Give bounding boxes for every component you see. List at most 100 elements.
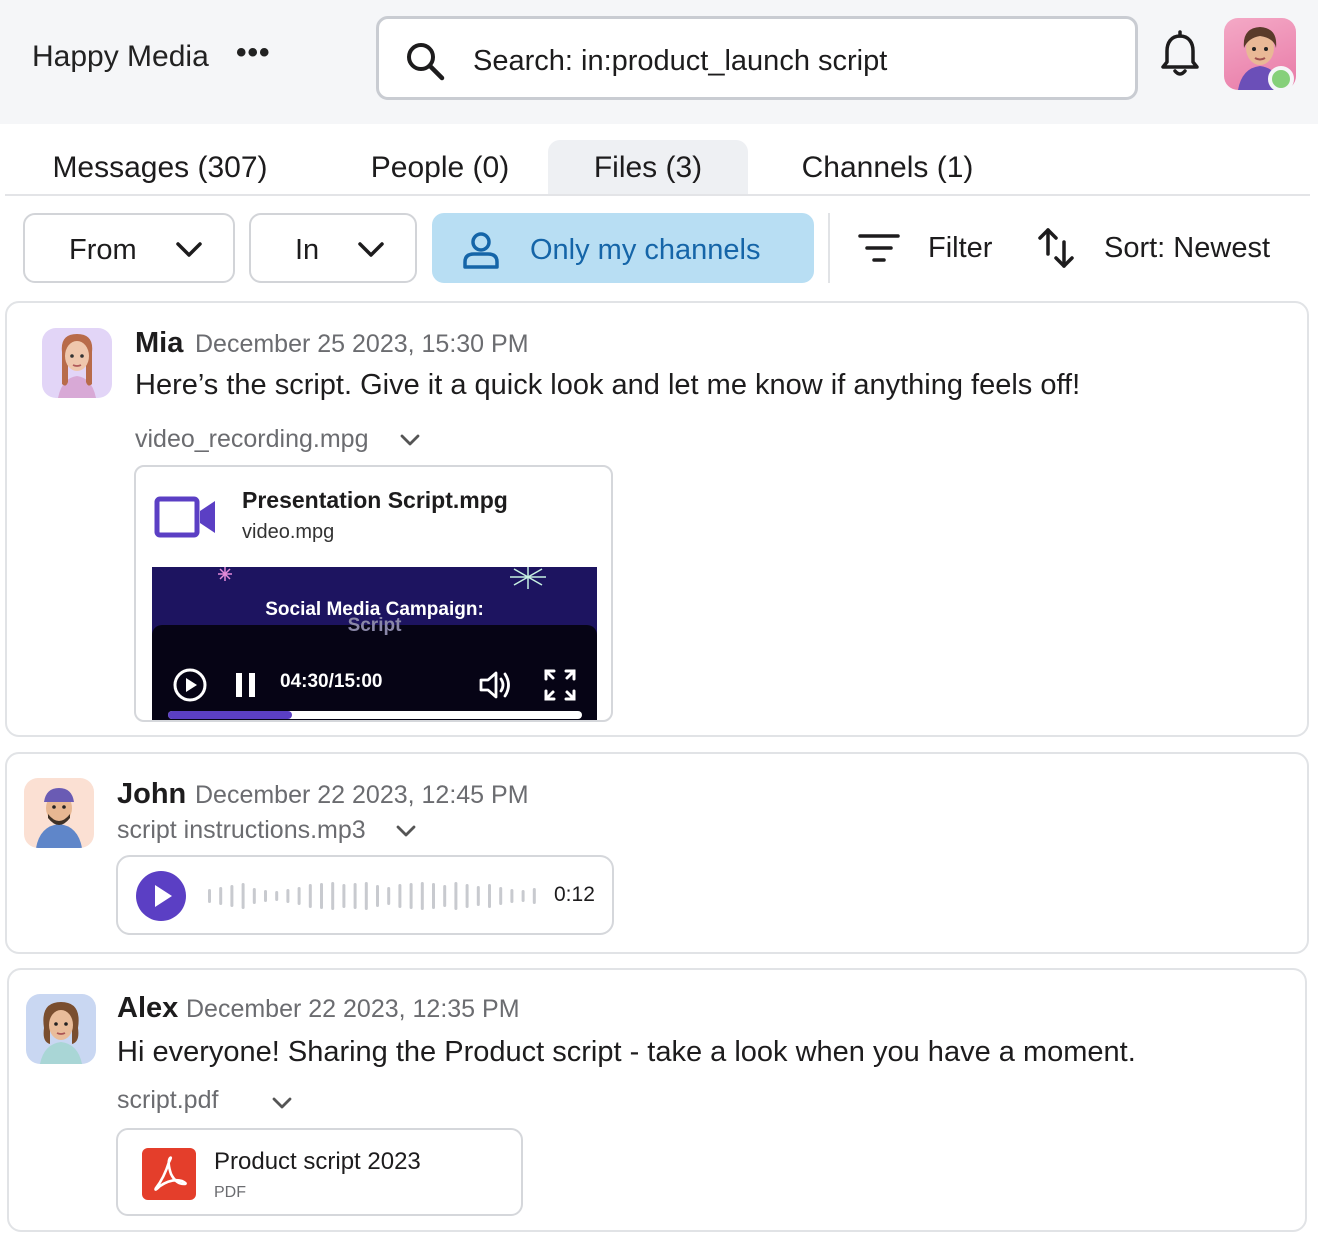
in-filter-label: In xyxy=(295,234,320,266)
person-icon xyxy=(463,232,499,269)
waveform-bar xyxy=(376,885,379,907)
waveform-bar xyxy=(297,887,301,905)
only-my-channels-toggle[interactable]: Only my channels xyxy=(432,213,814,283)
workspace-name[interactable]: Happy Media xyxy=(32,40,209,74)
waveform-bar xyxy=(476,886,480,906)
only-my-channels-label: Only my channels xyxy=(530,234,761,266)
sort-arrows-icon[interactable] xyxy=(1036,226,1076,270)
sparkle-icon xyxy=(510,567,546,589)
tab-people[interactable]: People (0) xyxy=(325,140,555,194)
video-player[interactable]: Social Media Campaign: Script 04:30/15:0… xyxy=(152,567,597,720)
chevron-down-icon[interactable] xyxy=(395,824,417,838)
waveform-bar xyxy=(252,888,256,904)
pdf-type: PDF xyxy=(214,1184,246,1201)
video-subtitle: video.mpg xyxy=(242,521,335,543)
waveform-bar xyxy=(499,887,503,905)
video-progress-bar[interactable] xyxy=(168,711,582,719)
avatar[interactable] xyxy=(26,994,96,1064)
tab-channels[interactable]: Channels (1) xyxy=(775,140,1000,194)
play-icon xyxy=(155,885,172,907)
waveform-bar xyxy=(264,890,267,902)
sort-button[interactable]: Sort: Newest xyxy=(1104,232,1270,265)
from-filter-dropdown[interactable]: From xyxy=(23,213,235,283)
tab-messages[interactable]: Messages (307) xyxy=(15,140,305,194)
waveform-bar xyxy=(219,887,223,905)
waveform-bar xyxy=(331,882,335,910)
search-input[interactable]: Search: in:product_launch script xyxy=(473,45,887,78)
search-icon xyxy=(407,43,445,81)
message-timestamp: December 22 2023, 12:45 PM xyxy=(195,781,529,809)
waveform-bar xyxy=(342,884,346,908)
message-text: Here’s the script. Give it a quick look … xyxy=(135,369,1081,401)
author-name[interactable]: Alex xyxy=(117,992,178,1025)
search-bar[interactable]: Search: in:product_launch script xyxy=(376,16,1138,100)
from-filter-label: From xyxy=(69,234,137,266)
tab-files[interactable]: Files (3) xyxy=(548,140,748,194)
waveform-bar xyxy=(443,885,447,907)
waveform-bar xyxy=(308,884,312,908)
waveform-bar xyxy=(465,884,469,908)
avatar[interactable] xyxy=(24,778,94,848)
waveform-bar xyxy=(230,885,234,907)
video-progress-fill xyxy=(168,711,293,719)
pdf-title: Product script 2023 xyxy=(214,1148,421,1175)
fullscreen-icon[interactable] xyxy=(542,667,578,703)
pdf-attachment[interactable]: Product script 2023 PDF xyxy=(116,1128,523,1216)
author-name[interactable]: Mia xyxy=(135,327,183,360)
waveform-bar xyxy=(409,883,413,909)
file-name[interactable]: script.pdf xyxy=(117,1086,218,1115)
sparkle-icon xyxy=(218,567,232,581)
audio-attachment[interactable]: 0:12 xyxy=(116,855,614,935)
avatar[interactable] xyxy=(42,328,112,398)
waveform-bar xyxy=(432,883,435,909)
waveform-bar xyxy=(454,882,458,910)
waveform-bar xyxy=(488,884,491,908)
chevron-down-icon xyxy=(176,242,202,257)
user-portrait-icon xyxy=(58,334,96,398)
bell-icon[interactable] xyxy=(1158,30,1202,80)
play-circle-icon[interactable] xyxy=(172,667,208,703)
top-bar: Happy Media ••• Search: in:product_launc… xyxy=(0,0,1318,124)
video-attachment[interactable]: Presentation Script.mpg video.mpg Social… xyxy=(134,465,613,722)
waveform-bar xyxy=(286,889,290,903)
audio-waveform[interactable] xyxy=(204,881,544,911)
waveform-bar xyxy=(521,890,525,902)
video-camera-icon xyxy=(154,496,215,538)
message-timestamp: December 22 2023, 12:35 PM xyxy=(186,995,520,1023)
audio-duration: 0:12 xyxy=(554,883,595,906)
pause-icon[interactable] xyxy=(234,671,258,699)
filter-button[interactable]: Filter xyxy=(928,232,992,265)
video-frame-subtitle: Script xyxy=(347,615,402,636)
chevron-down-icon[interactable] xyxy=(271,1096,293,1110)
user-portrait-icon xyxy=(40,1002,82,1064)
online-status-dot xyxy=(1268,66,1294,92)
pdf-icon xyxy=(142,1148,196,1200)
file-name[interactable]: video_recording.mpg xyxy=(135,425,368,454)
chevron-down-icon xyxy=(358,242,384,257)
waveform-bar xyxy=(398,884,402,908)
file-name[interactable]: script instructions.mp3 xyxy=(117,816,366,845)
waveform-bar xyxy=(275,891,279,901)
video-title: Presentation Script.mpg xyxy=(242,487,508,513)
waveform-bar xyxy=(364,882,368,910)
audio-play-button[interactable] xyxy=(136,871,186,921)
in-filter-dropdown[interactable]: In xyxy=(249,213,417,283)
waveform-bar xyxy=(510,889,514,903)
waveform-bar xyxy=(387,887,391,905)
workspace-more-button[interactable]: ••• xyxy=(236,36,271,70)
filter-divider xyxy=(828,213,830,283)
user-portrait-icon xyxy=(36,788,82,848)
waveform-bar xyxy=(320,883,323,909)
message-timestamp: December 25 2023, 15:30 PM xyxy=(195,330,529,358)
volume-icon[interactable] xyxy=(478,669,514,701)
chevron-down-icon[interactable] xyxy=(399,433,421,447)
message-text: Hi everyone! Sharing the Product script … xyxy=(117,1036,1136,1068)
waveform-bar xyxy=(353,883,357,909)
video-time: 04:30/15:00 xyxy=(280,671,383,692)
video-controls: Script 04:30/15:00 xyxy=(152,615,597,720)
waveform-bar xyxy=(208,889,211,903)
waveform-bar xyxy=(241,883,245,909)
waveform-bar xyxy=(532,888,536,904)
filter-icon[interactable] xyxy=(858,232,900,264)
author-name[interactable]: John xyxy=(117,778,186,811)
